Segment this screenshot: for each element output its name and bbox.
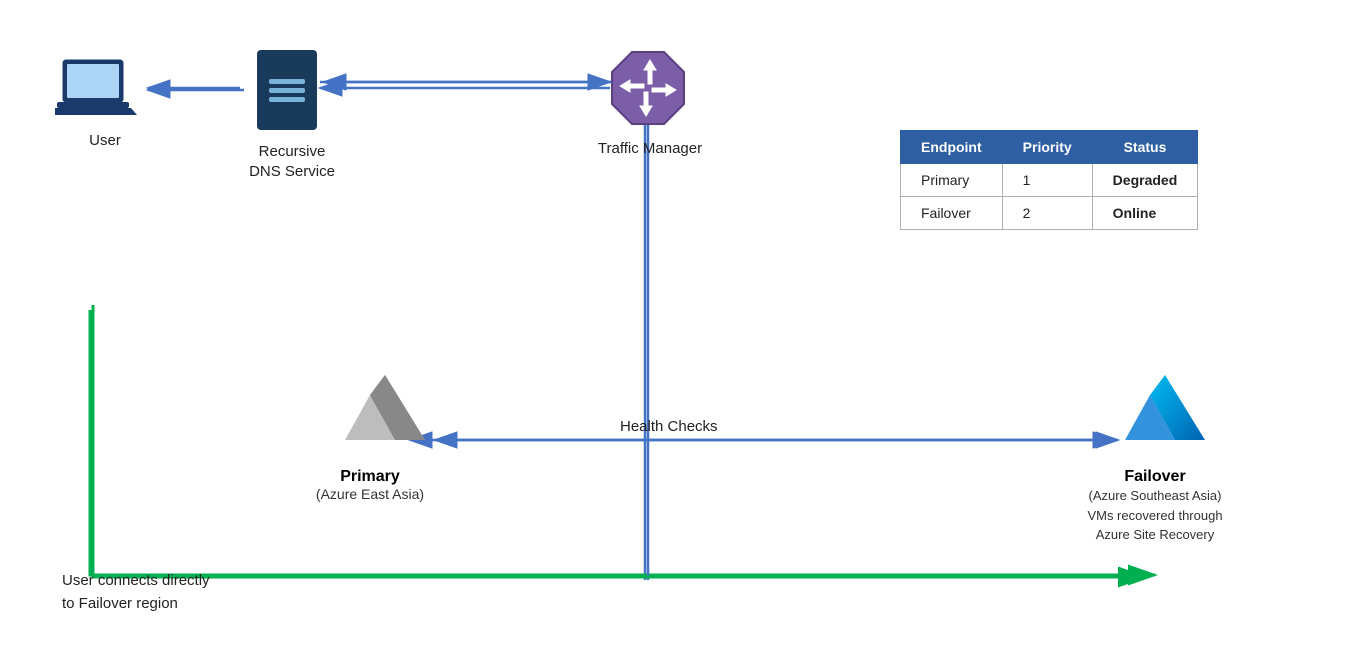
endpoint-primary: Primary — [901, 164, 1003, 197]
azure-failover-icon — [1120, 370, 1210, 455]
status-online: Online — [1092, 197, 1198, 230]
table-header-status: Status — [1092, 131, 1198, 164]
table-header-endpoint: Endpoint — [901, 131, 1003, 164]
traffic-manager-label: Traffic Manager — [580, 140, 720, 157]
primary-label: Primary (Azure East Asia) — [280, 468, 460, 502]
table-row: Primary 1 Degraded — [901, 164, 1198, 197]
user-laptop-icon — [55, 55, 140, 130]
user-label: User — [75, 132, 135, 149]
table-row: Failover 2 Online — [901, 197, 1198, 230]
health-checks-label: Health Checks — [620, 418, 718, 435]
dns-label: Recursive DNS Service — [232, 142, 352, 181]
failover-label: Failover (Azure Southeast Asia) VMs reco… — [1055, 468, 1255, 545]
azure-primary-icon — [340, 370, 430, 455]
user-connects-label: User connects directly to Failover regio… — [62, 570, 210, 615]
endpoint-table: Endpoint Priority Status Primary 1 Degra… — [900, 130, 1198, 230]
green-failover-arrow — [93, 305, 1145, 577]
table-header-priority: Priority — [1002, 131, 1092, 164]
priority-2: 2 — [1002, 197, 1092, 230]
priority-1: 1 — [1002, 164, 1092, 197]
traffic-manager-icon — [608, 48, 688, 133]
diagram: User Recursive DNS Service — [0, 0, 1350, 656]
user-to-failover-arrow — [90, 310, 1155, 575]
endpoint-failover: Failover — [901, 197, 1003, 230]
dns-server-icon — [257, 50, 317, 130]
status-degraded: Degraded — [1092, 164, 1198, 197]
